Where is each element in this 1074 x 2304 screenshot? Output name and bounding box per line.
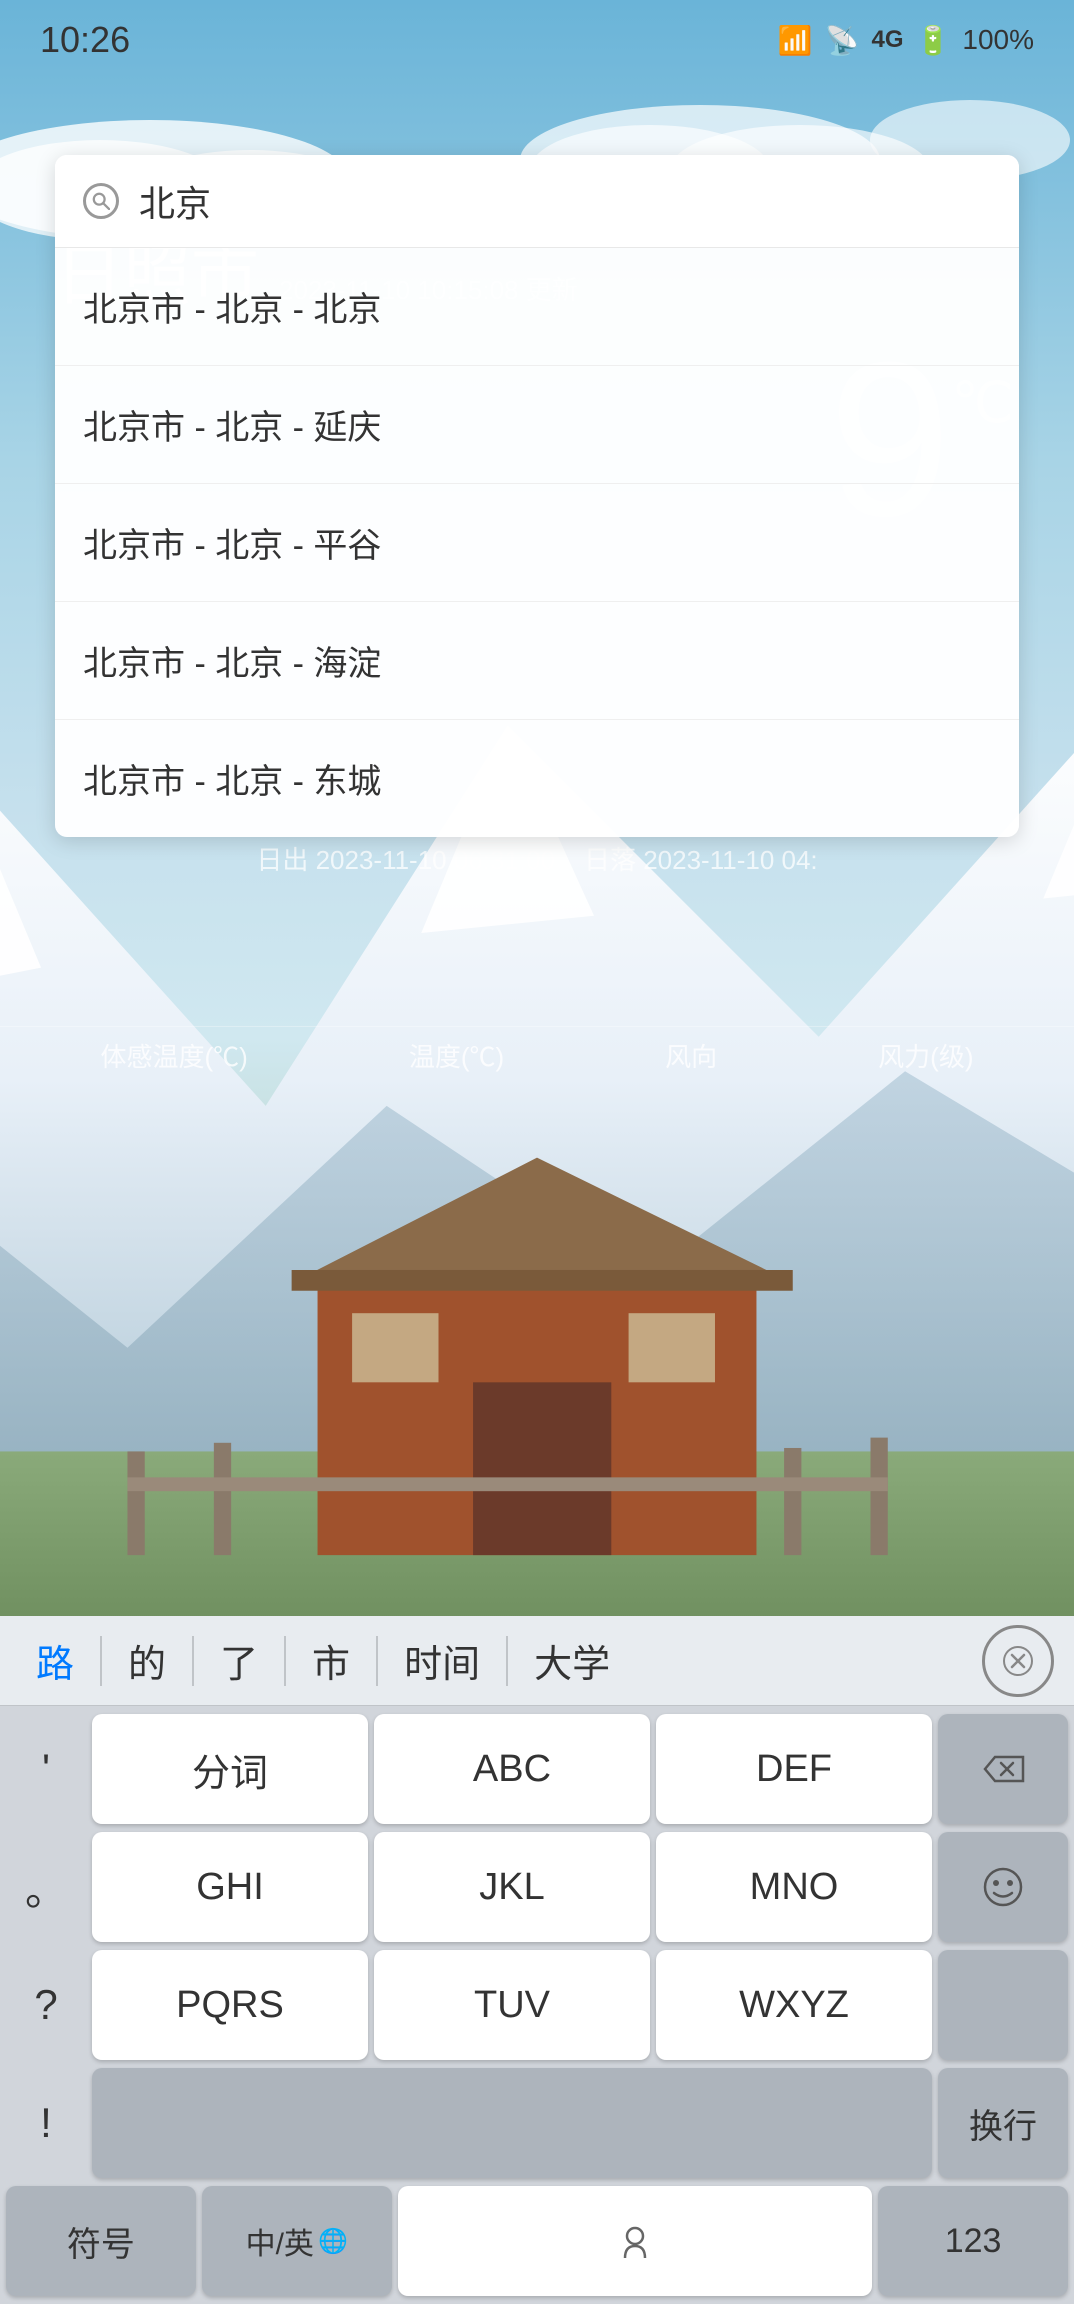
temp-label: 温度(℃)	[409, 1037, 504, 1074]
battery-icon: 🔋	[916, 24, 951, 57]
keyboard-area: 路 的 了 市 时间 大学 ' 分词 ABC	[0, 1616, 1074, 2304]
search-bar[interactable]: 北京	[55, 155, 1019, 248]
key-pqrs[interactable]: PQRS	[92, 1950, 368, 2060]
suggestion-divider-1	[192, 1636, 194, 1686]
wind-level-label: 风力(级)	[878, 1037, 973, 1074]
placeholder-right-3	[938, 1950, 1068, 2060]
search-result-4[interactable]: 北京市 - 北京 - 东城	[55, 720, 1019, 837]
placeholder-center-4	[92, 2068, 932, 2178]
sunrise-sunset: 日出 2023-11-10 06:31:00 日落 2023-11-10 04:	[0, 840, 1074, 877]
key-def[interactable]: DEF	[656, 1714, 932, 1824]
suggestion-divider-3	[376, 1636, 378, 1686]
suggestion-3[interactable]: 市	[296, 1625, 366, 1696]
backspace-key[interactable]	[938, 1714, 1068, 1824]
suggestion-1[interactable]: 的	[112, 1625, 182, 1696]
kb-row-1: ' 分词 ABC DEF	[6, 1714, 1068, 1824]
key-abc[interactable]: ABC	[374, 1714, 650, 1824]
suggestion-delete-button[interactable]	[982, 1625, 1054, 1697]
keyboard-rows: ' 分词 ABC DEF 。	[0, 1706, 1074, 2304]
search-result-0[interactable]: 北京市 - 北京 - 北京	[55, 248, 1019, 366]
emoji-key[interactable]	[938, 1832, 1068, 1942]
feels-like-label: 体感温度(℃)	[101, 1037, 248, 1074]
enter-key[interactable]: 换行	[938, 2068, 1068, 2178]
kb-row-2: 。 GHI JKL MNO	[6, 1832, 1068, 1942]
suggestion-4[interactable]: 时间	[388, 1625, 496, 1696]
suggestion-divider-4	[506, 1636, 508, 1686]
punct-exclaim[interactable]: !	[6, 2068, 86, 2178]
data-icon: 4G	[871, 26, 903, 54]
search-query: 北京	[139, 175, 991, 227]
search-result-1[interactable]: 北京市 - 北京 - 延庆	[55, 366, 1019, 484]
kb-row-3: ? PQRS TUV WXYZ	[6, 1950, 1068, 2060]
punct-period[interactable]: 。	[6, 1832, 86, 1942]
suggestion-5[interactable]: 大学	[518, 1625, 626, 1696]
search-container: 北京 北京市 - 北京 - 北京 北京市 - 北京 - 延庆 北京市 - 北京 …	[55, 155, 1019, 837]
sunrise-text: 日出 2023-11-10 06:31:00	[256, 845, 555, 875]
search-result-3[interactable]: 北京市 - 北京 - 海淀	[55, 602, 1019, 720]
status-icons: 📶 📡 4G 🔋 100%	[778, 24, 1034, 57]
search-result-2[interactable]: 北京市 - 北京 - 平谷	[55, 484, 1019, 602]
kb-row-4: ! 换行	[6, 2068, 1068, 2178]
key-wxyz[interactable]: WXYZ	[656, 1950, 932, 2060]
punct-question[interactable]: ?	[6, 1950, 86, 2060]
kb-bottom-row: 符号 中/英 🌐 123	[6, 2186, 1068, 2296]
suggestion-bar: 路 的 了 市 时间 大学	[0, 1616, 1074, 1706]
key-ghi[interactable]: GHI	[92, 1832, 368, 1942]
sunset-text: 日落 2023-11-10 04:	[584, 845, 818, 875]
symbol-key[interactable]: 符号	[6, 2186, 196, 2296]
suggestion-divider-0	[100, 1636, 102, 1686]
search-icon	[83, 183, 119, 219]
wifi-icon: 📡	[825, 24, 860, 57]
space-key[interactable]	[398, 2186, 873, 2296]
key-mno[interactable]: MNO	[656, 1832, 932, 1942]
suggestion-0[interactable]: 路	[20, 1625, 90, 1696]
lang-switch-key[interactable]: 中/英 🌐	[202, 2186, 392, 2296]
battery-percent: 100%	[962, 24, 1034, 56]
wind-dir-label: 风向	[665, 1037, 717, 1074]
status-time: 10:26	[40, 19, 130, 61]
key-jkl[interactable]: JKL	[374, 1832, 650, 1942]
key-fensi[interactable]: 分词	[92, 1714, 368, 1824]
suggestion-divider-2	[284, 1636, 286, 1686]
globe-icon: 🌐	[318, 2227, 348, 2256]
weather-stats-bar: 体感温度(℃) 温度(℃) 风向 风力(级)	[0, 1026, 1074, 1074]
suggestion-2[interactable]: 了	[204, 1625, 274, 1696]
number-key[interactable]: 123	[878, 2186, 1068, 2296]
key-tuv[interactable]: TUV	[374, 1950, 650, 2060]
signal-icon: 📶	[778, 24, 813, 57]
status-bar: 10:26 📶 📡 4G 🔋 100%	[0, 0, 1074, 80]
punct-apostrophe[interactable]: '	[6, 1714, 86, 1824]
